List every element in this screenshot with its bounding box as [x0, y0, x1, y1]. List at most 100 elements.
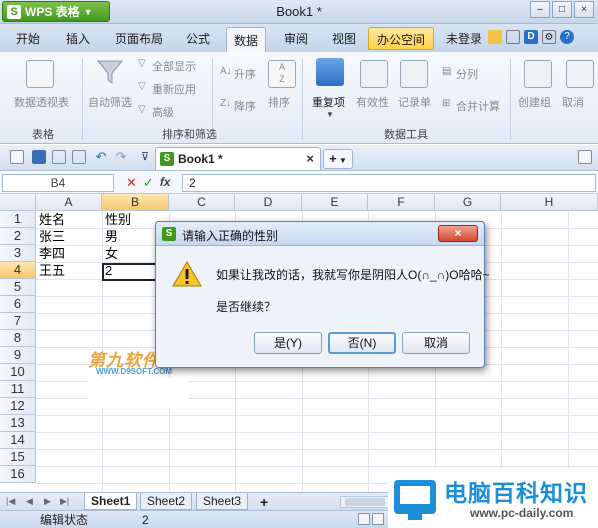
- normal-view-icon[interactable]: [358, 513, 370, 525]
- row-header[interactable]: 11: [0, 381, 36, 398]
- validity-icon[interactable]: [360, 60, 388, 88]
- pivot-table-icon[interactable]: [26, 60, 54, 88]
- dialog-close-button[interactable]: ×: [438, 225, 478, 242]
- undo-icon[interactable]: ↶: [94, 150, 108, 164]
- add-sheet-button[interactable]: +: [260, 494, 268, 510]
- yes-button[interactable]: 是(Y): [254, 332, 322, 354]
- ungroup-icon[interactable]: [566, 60, 594, 88]
- row-header[interactable]: 7: [0, 313, 36, 330]
- pivot-table-button[interactable]: 数据透视表: [14, 94, 69, 110]
- merge-calc-button[interactable]: 合并计算: [456, 98, 500, 114]
- tab-insert[interactable]: 插入: [66, 30, 90, 47]
- tab-formulas[interactable]: 公式: [186, 30, 210, 47]
- cell-b3[interactable]: 女: [103, 245, 118, 262]
- duplicates-button[interactable]: 重复项: [312, 94, 345, 110]
- column-header-c[interactable]: C: [169, 194, 235, 211]
- formula-input[interactable]: 2: [182, 174, 596, 192]
- customize-toolbar-icon[interactable]: ⊽: [138, 150, 152, 164]
- column-header-d[interactable]: D: [235, 194, 302, 211]
- help-icon[interactable]: ?: [560, 30, 574, 44]
- select-all-corner[interactable]: [0, 194, 36, 211]
- print-icon[interactable]: [52, 150, 66, 164]
- cell-b2[interactable]: 男: [103, 228, 118, 245]
- row-header[interactable]: 9: [0, 347, 36, 364]
- next-sheet-icon[interactable]: ▶: [44, 496, 51, 507]
- cancel-icon[interactable]: ✕: [126, 175, 137, 191]
- validity-button[interactable]: 有效性: [356, 94, 389, 110]
- duplicates-dropdown-icon[interactable]: ▼: [326, 110, 334, 119]
- tab-view[interactable]: 视图: [332, 30, 356, 47]
- column-header-f[interactable]: F: [368, 194, 435, 211]
- tab-data[interactable]: 数据: [226, 27, 267, 53]
- row-header[interactable]: 2: [0, 228, 36, 245]
- record-form-icon[interactable]: [400, 60, 428, 88]
- open-folder-icon[interactable]: [10, 150, 24, 164]
- row-header[interactable]: 5: [0, 279, 36, 296]
- show-all-button[interactable]: 全部显示: [152, 58, 196, 74]
- tab-office-space[interactable]: 办公空间: [368, 27, 435, 50]
- redo-icon[interactable]: ↷: [114, 150, 128, 164]
- row-header[interactable]: 8: [0, 330, 36, 347]
- user-icon[interactable]: [488, 30, 502, 44]
- split-columns-button[interactable]: 分列: [456, 66, 478, 82]
- close-tab-icon[interactable]: ×: [306, 151, 314, 166]
- close-window-button[interactable]: ×: [574, 1, 594, 18]
- row-header[interactable]: 10: [0, 364, 36, 381]
- sheet-tab-2[interactable]: Sheet2: [140, 493, 193, 510]
- duplicates-icon[interactable]: [316, 58, 344, 86]
- confirm-icon[interactable]: ✓: [143, 175, 154, 191]
- tab-review[interactable]: 审阅: [284, 30, 308, 47]
- print-preview-icon[interactable]: [72, 150, 86, 164]
- new-tab-button[interactable]: + ▼: [323, 149, 353, 169]
- last-sheet-icon[interactable]: ▶|: [60, 496, 69, 507]
- maximize-button[interactable]: □: [552, 1, 572, 18]
- row-header[interactable]: 16: [0, 466, 36, 483]
- cell-a3[interactable]: 李四: [37, 245, 65, 262]
- no-button[interactable]: 否(N): [328, 332, 396, 354]
- name-box[interactable]: B4: [2, 174, 114, 192]
- sort-asc-button[interactable]: 升序: [234, 66, 256, 82]
- sheet-tab-3[interactable]: Sheet3: [196, 493, 249, 510]
- row-header[interactable]: 4: [0, 262, 36, 279]
- column-header-h[interactable]: H: [501, 194, 598, 211]
- record-form-button[interactable]: 记录单: [398, 94, 431, 110]
- row-header[interactable]: 6: [0, 296, 36, 313]
- row-header[interactable]: 3: [0, 245, 36, 262]
- gear-icon[interactable]: ⚙: [542, 30, 556, 44]
- column-header-g[interactable]: G: [435, 194, 501, 211]
- page-layout-icon[interactable]: [372, 513, 384, 525]
- row-header[interactable]: 15: [0, 449, 36, 466]
- docer-icon[interactable]: D: [524, 30, 538, 44]
- first-sheet-icon[interactable]: |◀: [6, 496, 15, 507]
- cell-b1[interactable]: 性别: [103, 211, 131, 228]
- row-header[interactable]: 14: [0, 432, 36, 449]
- advanced-filter-button[interactable]: 高级: [152, 104, 174, 120]
- prev-sheet-icon[interactable]: ◀: [26, 496, 33, 507]
- fx-icon[interactable]: fx: [160, 175, 171, 191]
- column-header-e[interactable]: E: [302, 194, 368, 211]
- sheet-tab-1[interactable]: Sheet1: [84, 493, 138, 510]
- autofilter-button[interactable]: 自动筛选: [88, 94, 132, 110]
- column-header-b[interactable]: B: [102, 194, 169, 211]
- ungroup-button[interactable]: 取消: [562, 94, 584, 110]
- sort-az-icon[interactable]: AZ: [268, 60, 296, 88]
- tab-page-layout[interactable]: 页面布局: [115, 30, 163, 47]
- cancel-button[interactable]: 取消: [402, 332, 470, 354]
- restore-icon[interactable]: [578, 150, 592, 164]
- sort-desc-button[interactable]: 降序: [234, 98, 256, 114]
- shirt-icon[interactable]: [506, 30, 520, 44]
- row-header[interactable]: 13: [0, 415, 36, 432]
- row-header[interactable]: 1: [0, 211, 36, 228]
- cell-a1[interactable]: 姓名: [37, 211, 65, 228]
- funnel-icon[interactable]: [96, 58, 124, 86]
- tab-book1[interactable]: S Book1 * ×: [155, 147, 321, 170]
- row-header[interactable]: 12: [0, 398, 36, 415]
- scrollbar-thumb[interactable]: [345, 498, 385, 506]
- save-icon[interactable]: [32, 150, 46, 164]
- minimize-button[interactable]: –: [530, 1, 550, 18]
- cell-a4[interactable]: 王五: [37, 262, 65, 279]
- reapply-button[interactable]: 重新应用: [152, 81, 196, 97]
- login-link[interactable]: 未登录: [446, 30, 482, 47]
- create-group-icon[interactable]: [524, 60, 552, 88]
- sort-button[interactable]: 排序: [268, 94, 290, 110]
